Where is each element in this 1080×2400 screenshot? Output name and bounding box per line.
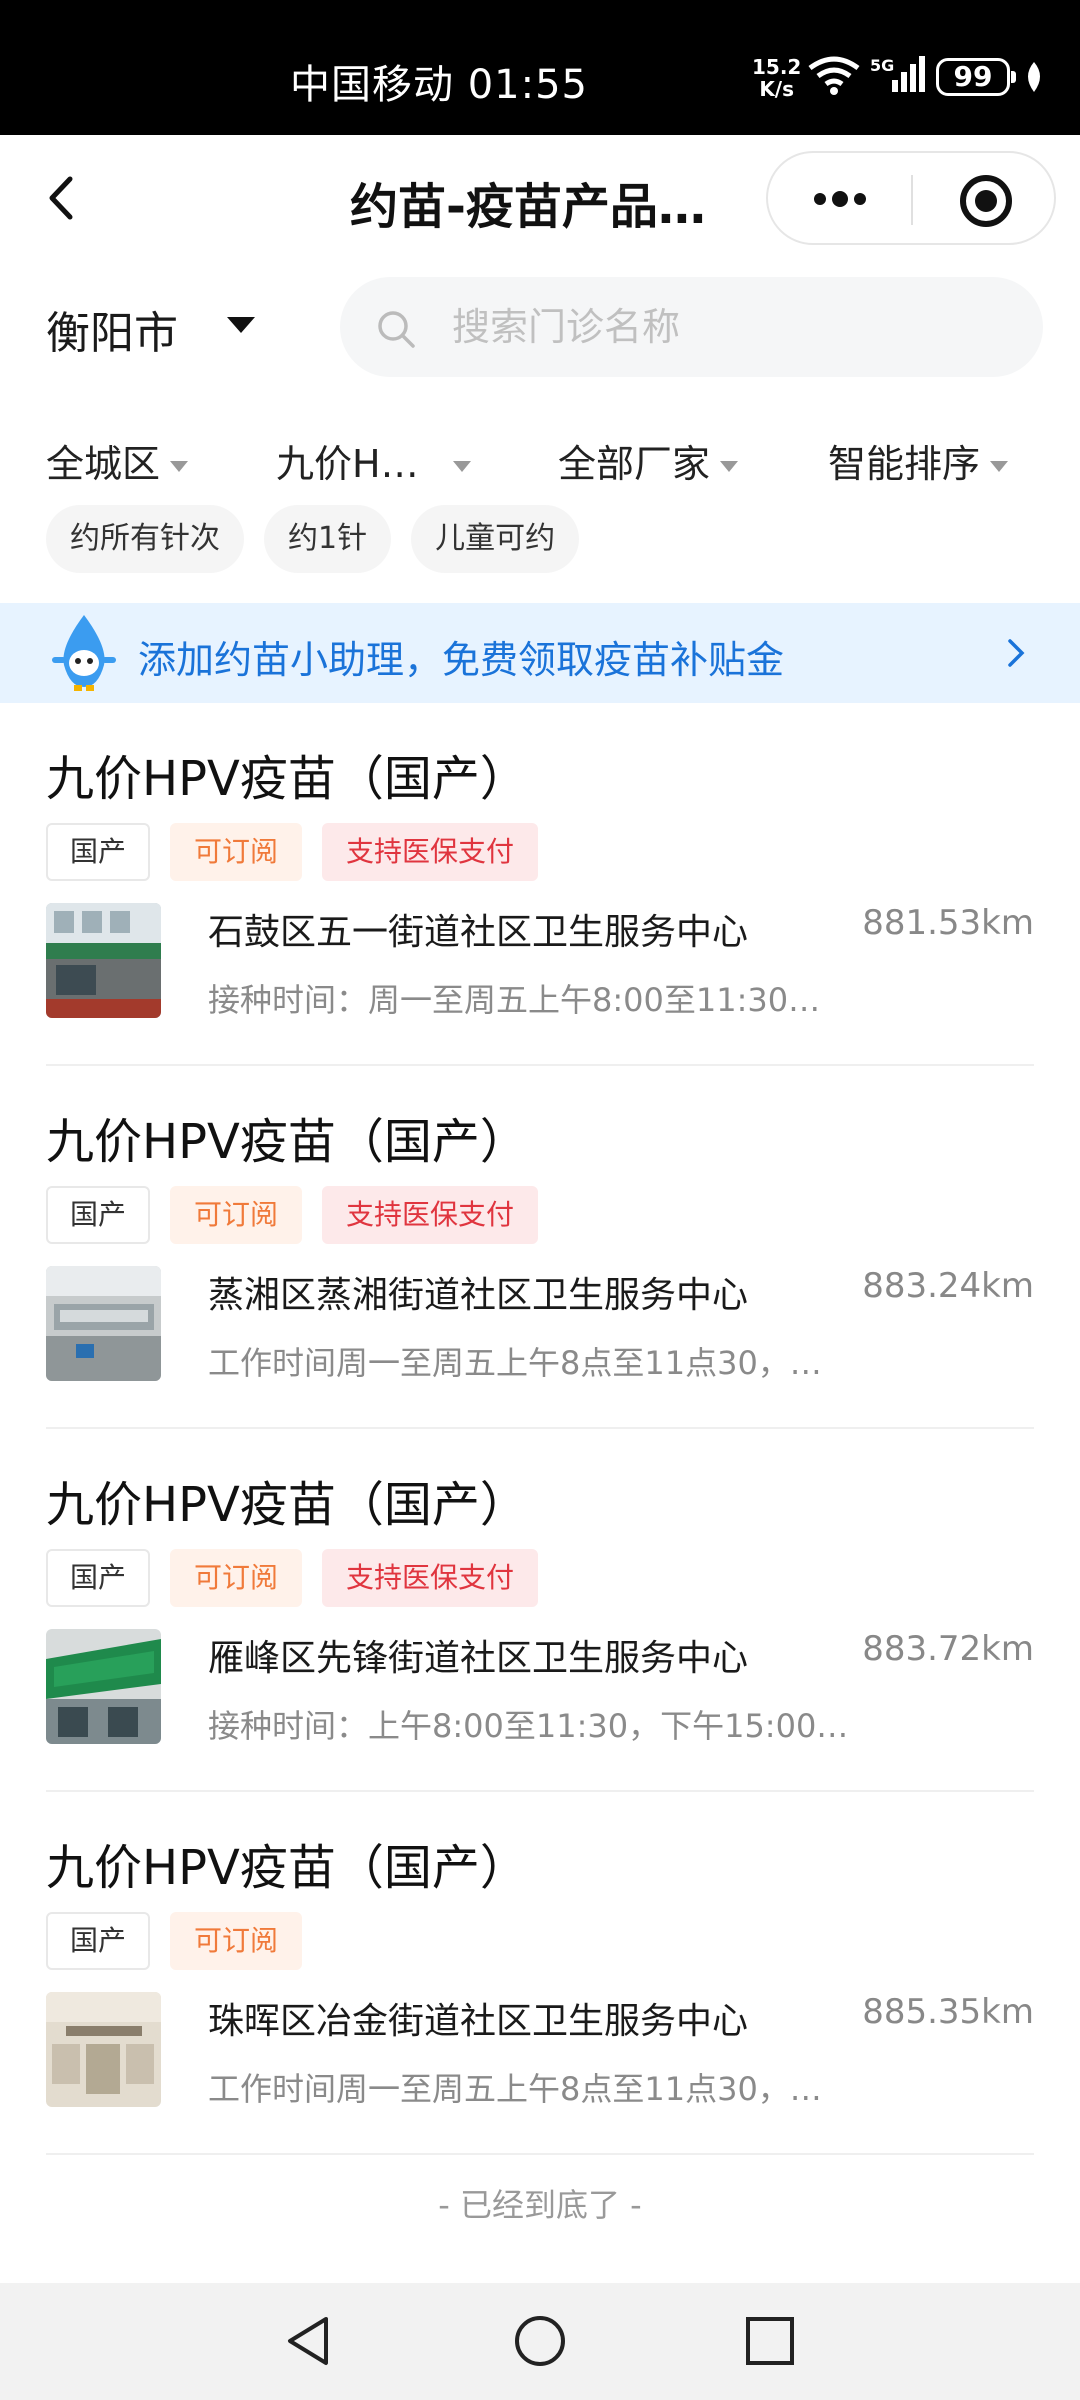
tag-subscribable: 可订阅 — [170, 823, 303, 881]
mascot-icon — [52, 615, 116, 691]
caret-down-icon — [452, 461, 471, 472]
caret-down-icon[interactable] — [226, 316, 256, 334]
clinic-distance: 883.24km — [862, 1266, 1034, 1306]
vaccine-list: 九价HPV疫苗（国产） 国产 可订阅 支持医保支付 石鼓区五一街道社区卫生服务中心 … — [0, 703, 1080, 2155]
wifi-icon — [808, 56, 860, 95]
tag-insurance: 支持医保支付 — [322, 823, 539, 881]
nav-bar: 约苗-疫苗产品… — [0, 135, 1080, 265]
tag-subscribable: 可订阅 — [170, 1549, 303, 1607]
tag-group: 国产 可订阅 — [46, 1912, 322, 1970]
list-item[interactable]: 九价HPV疫苗（国产） 国产 可订阅 支持医保支付 石鼓区五一街道社区卫生服务中心 … — [46, 703, 1034, 1066]
tag-group: 国产 可订阅 支持医保支付 — [46, 1549, 558, 1607]
tag-domestic: 国产 — [46, 1549, 151, 1607]
list-item[interactable]: 九价HPV疫苗（国产） 国产 可订阅 支持医保支付 雁峰区先锋街道社区卫生服务中心 … — [46, 1429, 1034, 1792]
tag-subscribable: 可订阅 — [170, 1186, 303, 1244]
nav-recents-icon[interactable] — [742, 2313, 798, 2369]
leaf-icon — [1028, 62, 1040, 92]
clinic-name: 珠晖区冶金街道社区卫生服务中心 — [208, 2001, 749, 2042]
tag-domestic: 国产 — [46, 823, 151, 881]
rate-value: 15.2 — [752, 55, 802, 79]
tag-group: 国产 可订阅 支持医保支付 — [46, 823, 558, 881]
assistant-banner[interactable]: 添加约苗小助理，免费领取疫苗补贴金 — [0, 603, 1080, 703]
clinic-distance: 883.72km — [862, 1629, 1034, 1669]
status-bar: 中国移动 01:55 15.2 K/s 5G 99 — [0, 0, 1080, 135]
tag-subscribable: 可订阅 — [170, 1912, 303, 1970]
chip-all-doses[interactable]: 约所有针次 — [46, 505, 244, 573]
battery-indicator: 99 — [936, 58, 1016, 96]
banner-text: 添加约苗小助理，免费领取疫苗补贴金 — [138, 638, 785, 682]
tag-domestic: 国产 — [46, 1186, 151, 1244]
quick-filter-chips: 约所有针次 约1针 儿童可约 — [46, 505, 599, 575]
page-title: 约苗-疫苗产品… — [350, 179, 706, 235]
list-end-text: - 已经到底了 - — [438, 2186, 642, 2224]
chevron-right-icon — [1008, 639, 1025, 667]
clinic-photo — [46, 1629, 161, 1744]
clinic-photo — [46, 1992, 161, 2107]
chip-one-dose[interactable]: 约1针 — [264, 505, 392, 573]
list-item[interactable]: 九价HPV疫苗（国产） 国产 可订阅 支持医保支付 蒸湘区蒸湘街道社区卫生服务中心 … — [46, 1066, 1034, 1429]
clinic-photo — [46, 1266, 161, 1381]
capsule-divider — [911, 175, 913, 225]
tag-group: 国产 可订阅 支持医保支付 — [46, 1186, 558, 1244]
filter-bar: 全城区 九价H… 全部厂家 智能排序 — [0, 425, 1080, 495]
caret-down-icon — [720, 461, 739, 472]
vaccine-title: 九价HPV疫苗（国产） — [46, 1477, 528, 1533]
system-nav-bar — [0, 2283, 1080, 2400]
clinic-distance: 881.53km — [862, 903, 1034, 943]
filter-manufacturer-label: 全部厂家 — [558, 442, 711, 486]
more-icon[interactable] — [808, 181, 872, 217]
filter-district-label: 全城区 — [46, 442, 161, 486]
rate-unit: K/s — [759, 77, 795, 101]
search-input[interactable] — [452, 297, 1012, 357]
clinic-hours: 接种时间：周一至周五上午8:00至11:30… — [208, 981, 821, 1019]
vaccine-title: 九价HPV疫苗（国产） — [46, 1114, 528, 1170]
clinic-distance: 885.35km — [862, 1992, 1034, 2032]
clinic-name: 石鼓区五一街道社区卫生服务中心 — [208, 912, 749, 953]
filter-manufacturer[interactable]: 全部厂家 — [558, 433, 739, 488]
vaccine-title: 九价HPV疫苗（国产） — [46, 751, 528, 807]
vaccine-title: 九价HPV疫苗（国产） — [46, 1840, 528, 1896]
clinic-hours: 工作时间周一至周五上午8点至11点30，… — [208, 1344, 822, 1382]
nav-home-icon[interactable] — [512, 2313, 568, 2369]
tag-insurance: 支持医保支付 — [322, 1549, 539, 1607]
tag-insurance: 支持医保支付 — [322, 1186, 539, 1244]
caret-down-icon — [990, 461, 1009, 472]
chip-children[interactable]: 儿童可约 — [411, 505, 580, 573]
nav-back-icon[interactable] — [280, 2313, 336, 2369]
clinic-name: 雁峰区先锋街道社区卫生服务中心 — [208, 1638, 749, 1679]
caret-down-icon — [170, 461, 189, 472]
filter-vaccine[interactable]: 九价H… — [276, 433, 471, 488]
clinic-name: 蒸湘区蒸湘街道社区卫生服务中心 — [208, 1275, 749, 1316]
city-selector[interactable]: 衡阳市 — [46, 297, 178, 361]
filter-sort-label: 智能排序 — [828, 442, 981, 486]
search-box[interactable] — [340, 277, 1043, 377]
filter-sort[interactable]: 智能排序 — [828, 433, 1009, 488]
tag-domestic: 国产 — [46, 1912, 151, 1970]
carrier-time: 中国移动 01:55 — [290, 62, 588, 108]
filter-vaccine-label: 九价H… — [276, 442, 419, 486]
filter-district[interactable]: 全城区 — [46, 433, 189, 488]
clinic-hours: 接种时间：上午8:00至11:30，下午15:00… — [208, 1707, 849, 1745]
search-icon — [378, 311, 415, 348]
clinic-photo — [46, 903, 161, 1018]
capsule-menu — [766, 151, 1056, 245]
target-icon[interactable] — [958, 173, 1014, 229]
list-item[interactable]: 九价HPV疫苗（国产） 国产 可订阅 珠晖区冶金街道社区卫生服务中心 885.35… — [46, 1792, 1034, 2155]
network-rate: 15.2 K/s — [752, 56, 801, 100]
clinic-hours: 工作时间周一至周五上午8点至11点30，… — [208, 2070, 822, 2108]
back-icon[interactable] — [38, 173, 88, 223]
